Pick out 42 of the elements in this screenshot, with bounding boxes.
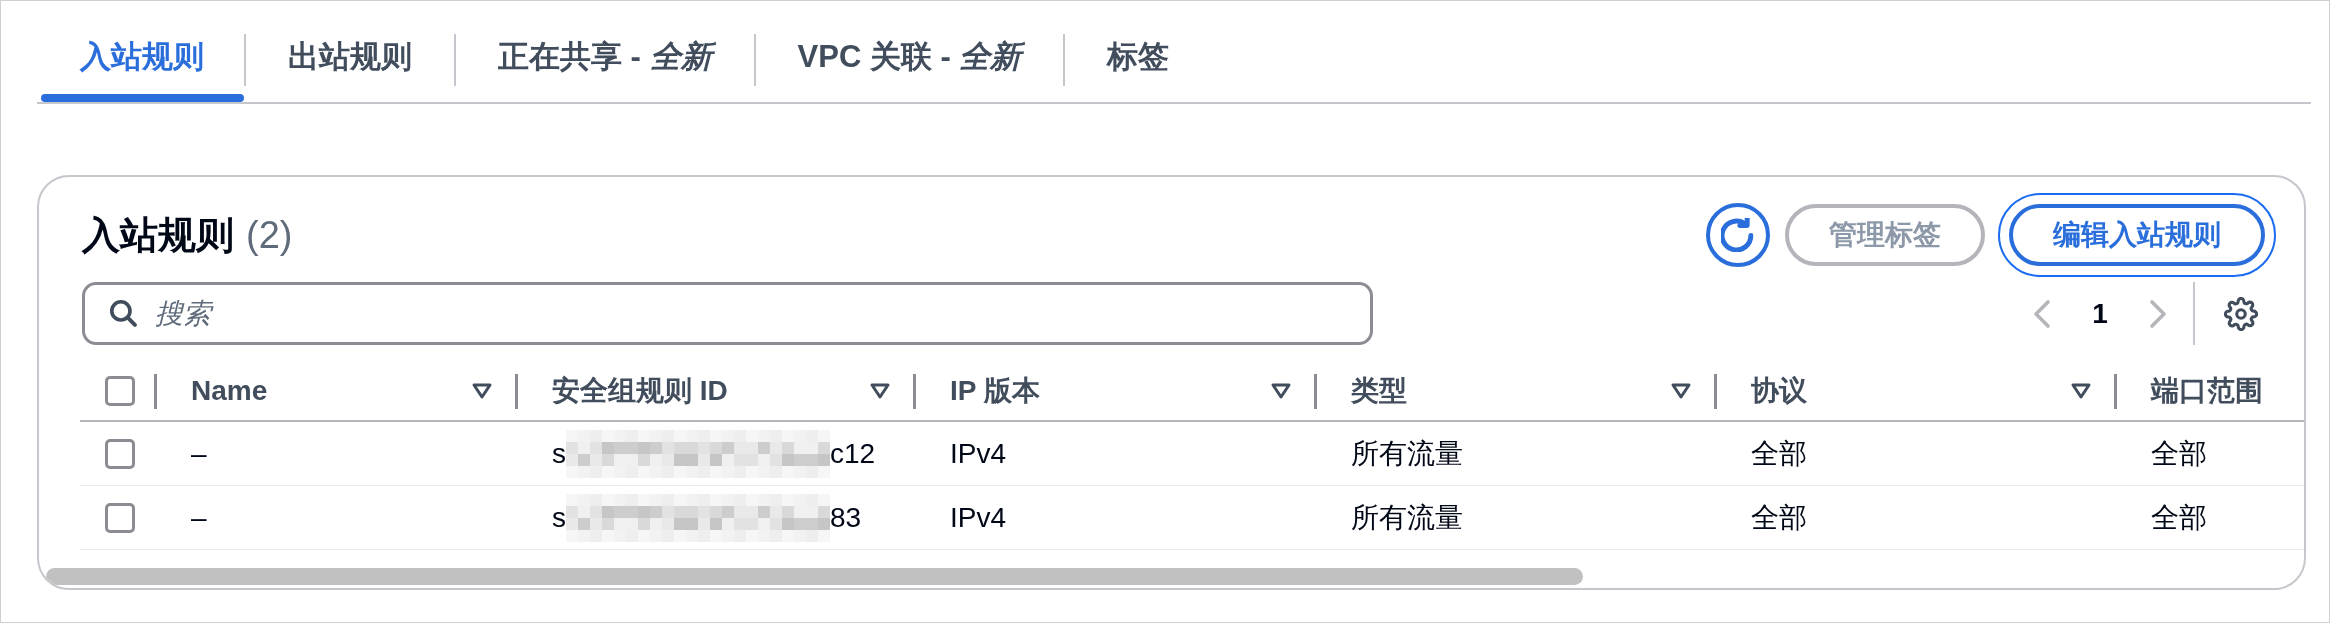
column-header[interactable]: IP 版本 bbox=[950, 372, 1040, 410]
caret-down-icon[interactable] bbox=[869, 382, 891, 400]
table-cell: – bbox=[191, 501, 207, 534]
item-count: (2) bbox=[246, 213, 293, 258]
tab[interactable]: 入站规则 bbox=[41, 20, 244, 102]
checkbox[interactable] bbox=[105, 438, 135, 469]
tab[interactable]: 出站规则 bbox=[246, 20, 454, 102]
caret-down-icon[interactable] bbox=[1670, 382, 1692, 400]
rule-id-end: 83 bbox=[830, 501, 862, 534]
tab[interactable]: 正在共享 - 全新 bbox=[456, 20, 754, 102]
column-header[interactable]: 协议 bbox=[1751, 372, 1807, 410]
rule-id-end: c12 bbox=[830, 437, 876, 470]
table-cell: IPv4 bbox=[950, 437, 1007, 470]
table-cell: – bbox=[191, 437, 207, 470]
caret-down-icon[interactable] bbox=[1270, 382, 1292, 400]
column-header[interactable]: 端口范围 bbox=[2151, 372, 2263, 410]
search-field[interactable]: 搜索 bbox=[82, 282, 1373, 345]
tab[interactable]: 标签 bbox=[1065, 20, 1212, 102]
column-header[interactable]: 类型 bbox=[1351, 372, 1407, 410]
panel-title: 入站规则 bbox=[82, 213, 234, 258]
settings-icon[interactable] bbox=[2224, 296, 2258, 331]
table-cell-text: 全部 bbox=[1751, 436, 1807, 471]
refresh-button[interactable] bbox=[1706, 203, 1770, 267]
page-number[interactable]: 1 bbox=[2091, 297, 2109, 330]
caret-down-icon[interactable] bbox=[471, 382, 493, 400]
rule-id-start: s bbox=[552, 501, 566, 534]
column-header[interactable]: Name bbox=[191, 375, 268, 407]
table-cell-text: 所有流量 bbox=[1351, 500, 1463, 535]
checkbox[interactable] bbox=[105, 376, 135, 406]
rule-id-start: s bbox=[552, 437, 566, 470]
search-icon bbox=[109, 299, 137, 327]
table-cell-text: 所有流量 bbox=[1351, 436, 1463, 471]
caret-down-icon[interactable] bbox=[2070, 382, 2092, 400]
scrollbar-thumb[interactable] bbox=[46, 568, 1583, 585]
table-cell-text: 全部 bbox=[1751, 500, 1807, 535]
refresh-icon bbox=[1721, 218, 1755, 252]
column-header[interactable]: 安全组规则 ID bbox=[552, 372, 728, 410]
table-cell-text: 全部 bbox=[2151, 436, 2207, 471]
checkbox[interactable] bbox=[105, 502, 135, 533]
table-cell: IPv4 bbox=[950, 501, 1007, 534]
table-cell-text: 全部 bbox=[2151, 500, 2207, 535]
tab[interactable]: VPC 关联 - 全新 bbox=[755, 20, 1064, 102]
